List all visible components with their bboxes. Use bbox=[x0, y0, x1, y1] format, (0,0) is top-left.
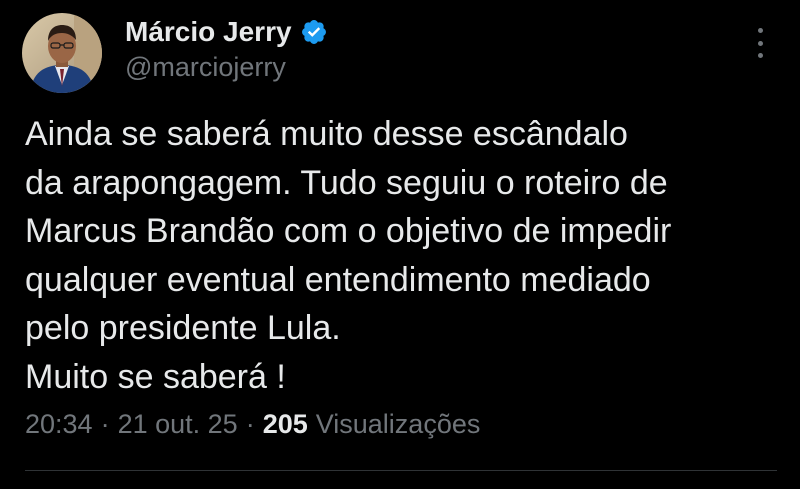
views-count[interactable]: 205 bbox=[263, 409, 308, 440]
tweet-meta: 20:34 · 21 out. 25 · 205 Visualizações bbox=[25, 409, 480, 440]
tweet-text-line: Muito se saberá ! bbox=[25, 357, 286, 396]
tweet-time[interactable]: 20:34 bbox=[25, 409, 93, 440]
author-handle[interactable]: @marciojerry bbox=[125, 52, 286, 83]
meta-separator: · bbox=[100, 409, 110, 439]
tweet-text: Ainda se saberá muito desse escândalo da… bbox=[25, 110, 785, 401]
tweet-card: Márcio Jerry @marciojerry Ainda se saber… bbox=[0, 0, 800, 489]
author-display-name[interactable]: Márcio Jerry bbox=[125, 16, 292, 48]
meta-separator: · bbox=[245, 409, 255, 439]
divider bbox=[25, 470, 777, 471]
views-label[interactable]: Visualizações bbox=[316, 409, 481, 440]
tweet-text-line: pelo presidente Lula. bbox=[25, 309, 341, 347]
tweet-text-line: Marcus Brandão com o objetivo de impedir bbox=[25, 212, 672, 250]
avatar[interactable] bbox=[22, 13, 102, 93]
tweet-text-line: qualquer eventual entendimento mediado bbox=[25, 260, 651, 299]
more-options-icon[interactable] bbox=[748, 26, 772, 60]
verified-badge-icon[interactable] bbox=[300, 18, 328, 46]
avatar-photo bbox=[22, 13, 102, 93]
more-dot bbox=[757, 40, 763, 46]
tweet-date[interactable]: 21 out. 25 bbox=[118, 409, 238, 440]
more-dot bbox=[757, 53, 763, 58]
tweet-text-line: Ainda se saberá muito desse escândalo bbox=[25, 115, 628, 153]
author-name-row: Márcio Jerry bbox=[125, 14, 328, 50]
tweet-text-line: da arapongagem. Tudo seguiu o roteiro de bbox=[25, 163, 668, 202]
more-dot bbox=[757, 28, 763, 33]
